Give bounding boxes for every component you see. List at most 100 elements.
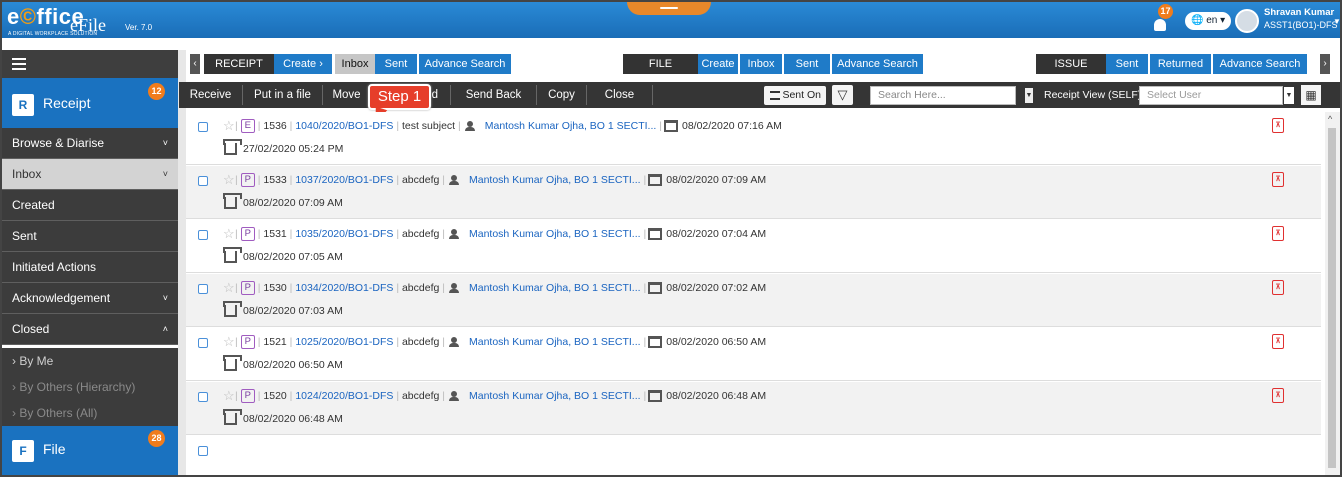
sidebar-item-initiated-actions[interactable]: Initiated Actions [2,252,178,283]
step-callout: Step 1 [368,84,431,110]
sender-link[interactable]: Mantosh Kumar Ojha, BO 1 SECTI... [469,228,641,240]
sidebar-subitem-by-others-all[interactable]: › By Others (All) [2,400,178,426]
sidebar-module-receipt[interactable]: R Receipt 12 [2,78,178,128]
nav-file-advance-search[interactable]: Advance Search [832,54,923,74]
nav-receipt-sent[interactable]: Sent [375,54,417,74]
close-button[interactable]: Close [587,85,653,105]
list-scrollbar[interactable]: ^ [1325,112,1340,475]
sidebar-item-browse-diarise[interactable]: Browse & Diarise ˅ [2,128,178,159]
sender-link[interactable]: Mantosh Kumar Ojha, BO 1 SECTI... [469,174,641,186]
row-checkbox[interactable] [198,392,208,402]
notification-count-badge: 17 [1158,4,1173,19]
row-checkbox[interactable] [198,176,208,186]
user-icon [449,337,465,348]
select-user-caret-icon[interactable]: ▼ [1284,87,1294,104]
row-received: 08/02/2020 07:09 AM [223,193,343,211]
calendar-icon [648,336,663,349]
nav-scroll-right-icon[interactable]: › [1320,54,1330,74]
receipt-type-badge: P [240,227,255,242]
filter-icon[interactable]: ▽ [832,85,853,105]
sidebar-item-inbox[interactable]: Inbox ˅ [2,159,178,190]
receipt-number-link[interactable]: 1034/2020/BO1-DFS [295,282,393,294]
sent-on-sort-button[interactable]: Sent On [764,86,826,105]
pdf-icon[interactable]: ⊼ [1272,280,1284,295]
nav-receipt-advance-search[interactable]: Advance Search [419,54,511,74]
column-settings-icon[interactable]: ▦ [1301,85,1321,105]
search-dropdown-caret-icon[interactable]: ▼ [1025,88,1033,103]
collapse-header-handle[interactable] [627,2,711,15]
receipt-number-link[interactable]: 1024/2020/BO1-DFS [295,390,393,402]
pdf-icon[interactable]: ⊼ [1272,118,1284,133]
receipt-id: 1533 [263,174,287,186]
star-icon[interactable]: ☆ [223,172,235,188]
pdf-icon[interactable]: ⊼ [1272,226,1284,241]
table-row-partial[interactable] [186,436,1321,475]
nav-issue-advance-search[interactable]: Advance Search [1213,54,1307,74]
sidebar-item-acknowledgement[interactable]: Acknowledgement ˅ [2,283,178,314]
search-input[interactable]: Search Here... [870,86,1016,105]
nav-receipt-create[interactable]: Create › [274,54,332,74]
table-row[interactable]: ☆ | E | 1536 | 1040/2020/BO1-DFS | test su… [186,112,1321,165]
sidebar-item-created[interactable]: Created [2,190,178,221]
sender-link[interactable]: Mantosh Kumar Ojha, BO 1 SECTI... [469,336,641,348]
copy-button[interactable]: Copy [537,85,587,105]
user-name[interactable]: Shravan Kumar [1264,7,1334,18]
pdf-icon[interactable]: ⊼ [1272,334,1284,349]
row-checkbox[interactable] [198,284,208,294]
language-selector[interactable]: 🌐 en ▾ [1185,12,1231,30]
app-logo[interactable]: e©ffice A DIGITAL WORKPLACE SOLUTION eFi… [7,4,152,37]
sidebar-item-closed[interactable]: Closed ˄ [2,314,178,345]
table-row[interactable]: ☆ | P | 1521 | 1025/2020/BO1-DFS | abcdefg… [186,328,1321,381]
receipt-number-link[interactable]: 1037/2020/BO1-DFS [295,174,393,186]
sidebar-scrollbar[interactable] [178,50,186,475]
move-button[interactable]: Move [323,85,371,105]
send-back-button[interactable]: Send Back [451,85,537,105]
scroll-up-arrow-icon[interactable]: ^ [1328,114,1332,124]
table-row[interactable]: ☆ | P | 1531 | 1035/2020/BO1-DFS | abcdefg… [186,220,1321,273]
row-checkbox[interactable] [198,338,208,348]
pdf-icon[interactable]: ⊼ [1272,388,1284,403]
sidebar-module-file[interactable]: F File 28 [2,426,178,475]
nav-issue-sent[interactable]: Sent [1106,54,1148,74]
sent-date: 08/02/2020 07:16 AM [681,120,782,132]
notification-bell-icon[interactable]: 17 [1152,4,1174,34]
sidebar-menu-toggle[interactable] [2,50,178,78]
select-user-dropdown[interactable]: Select User [1139,86,1283,105]
nav-scroll-left-icon[interactable]: ‹ [190,54,200,74]
receipt-number-link[interactable]: 1025/2020/BO1-DFS [295,336,393,348]
table-row[interactable]: ☆ | P | 1520 | 1024/2020/BO1-DFS | abcdefg… [186,382,1321,435]
row-checkbox[interactable] [198,446,208,456]
star-icon[interactable]: ☆ [223,388,235,404]
nav-file-inbox[interactable]: Inbox [740,54,782,74]
nav-file-create[interactable]: Create [698,54,738,74]
receipt-subject: abcdefg [401,282,440,294]
table-row[interactable]: ☆ | P | 1533 | 1037/2020/BO1-DFS | abcdefg… [186,166,1321,219]
sort-icon [770,91,780,100]
sender-link[interactable]: Mantosh Kumar Ojha, BO 1 SECTI... [469,282,641,294]
put-in-file-button[interactable]: Put in a file [243,85,323,105]
receipt-number-link[interactable]: 1035/2020/BO1-DFS [295,228,393,240]
scrollbar-thumb[interactable] [1328,128,1336,468]
star-icon[interactable]: ☆ [223,118,235,134]
nav-receipt-inbox[interactable]: Inbox [335,54,375,74]
row-checkbox[interactable] [198,230,208,240]
nav-issue-returned[interactable]: Returned [1150,54,1211,74]
pdf-icon[interactable]: ⊼ [1272,172,1284,187]
receipt-number-link[interactable]: 1040/2020/BO1-DFS [295,120,393,132]
sidebar-item-sent[interactable]: Sent [2,221,178,252]
star-icon[interactable]: ☆ [223,280,235,296]
receive-button[interactable]: Receive [179,85,243,105]
row-checkbox[interactable] [198,122,208,132]
user-menu-caret-icon[interactable]: ▼ [1333,17,1340,26]
star-icon[interactable]: ☆ [223,334,235,350]
star-icon[interactable]: ☆ [223,226,235,242]
sidebar-subitem-by-me[interactable]: › By Me [2,348,178,374]
product-name: eFile [70,15,106,35]
nav-file-sent[interactable]: Sent [784,54,830,74]
sender-link[interactable]: Mantosh Kumar Ojha, BO 1 SECTI... [485,120,657,132]
sender-link[interactable]: Mantosh Kumar Ojha, BO 1 SECTI... [469,390,641,402]
sidebar-subitem-by-others-hierarchy[interactable]: › By Others (Hierarchy) [2,374,178,400]
action-toolbar: Receive Put in a file Move d Send Back C… [179,82,1340,108]
table-row[interactable]: ☆ | P | 1530 | 1034/2020/BO1-DFS | abcdefg… [186,274,1321,327]
user-avatar[interactable] [1235,9,1259,33]
